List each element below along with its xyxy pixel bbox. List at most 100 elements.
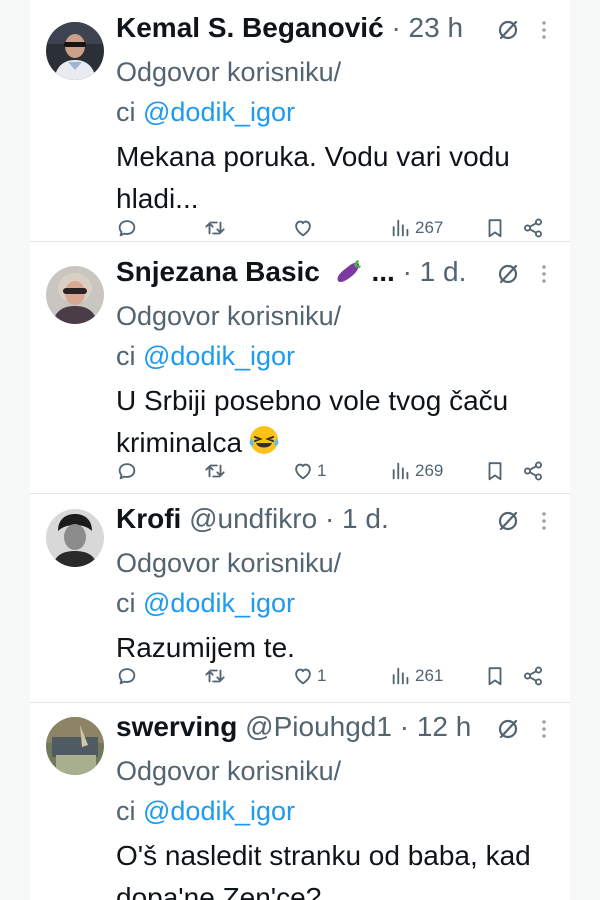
timestamp[interactable]: 1 d.	[342, 503, 389, 534]
share-button[interactable]	[522, 661, 544, 691]
tweet-text-line: O'š nasledit stranku od baba, kad	[116, 840, 531, 871]
grok-icon[interactable]	[496, 509, 520, 533]
like-count: 1	[317, 461, 327, 480]
reply-icon	[116, 665, 138, 687]
retweet-icon	[204, 460, 226, 482]
tweet-item[interactable]: swerving @Piouhgd1 · 12 h Odgovor korisn…	[30, 703, 570, 900]
separator-dot: ·	[399, 711, 410, 742]
timestamp[interactable]: 12 h	[417, 711, 472, 742]
action-bar: 1 261	[116, 661, 562, 691]
user-handle[interactable]: @undfikro	[189, 503, 317, 534]
bookmark-button[interactable]	[484, 456, 506, 486]
bookmark-button[interactable]	[484, 661, 506, 691]
reply-prefix: Odgovor korisniku/	[116, 301, 342, 331]
retweet-icon	[204, 665, 226, 687]
retweet-icon	[204, 217, 226, 239]
reply-context: Odgovor korisniku/ ci @dodik_igor	[116, 751, 556, 831]
reply-prefix: Odgovor korisniku/	[116, 756, 342, 786]
heart-icon	[292, 217, 314, 239]
more-options-icon[interactable]	[532, 717, 556, 741]
reply-prefix: Odgovor korisniku/	[116, 548, 342, 578]
retweet-button[interactable]	[204, 456, 226, 486]
name-ellipsis: ...	[371, 256, 395, 287]
retweet-button[interactable]	[204, 213, 226, 243]
reply-context: Odgovor korisniku/ ci @dodik_igor	[116, 543, 556, 623]
avatar[interactable]	[46, 22, 104, 80]
reply-icon	[116, 460, 138, 482]
reply-context: Odgovor korisniku/ ci @dodik_igor	[116, 52, 556, 132]
display-name[interactable]: Snjezana Basic	[116, 256, 320, 287]
tweet-text: Mekana poruka. Vodu vari vodu hladi...	[116, 136, 556, 220]
more-options-icon[interactable]	[532, 18, 556, 42]
tweet-item[interactable]: Krofi @undfikro · 1 d. Odgovor korisniku…	[30, 495, 570, 703]
tweet-text-line: dopa'ne Zen'ce?	[116, 882, 322, 900]
more-options-icon[interactable]	[532, 262, 556, 286]
tweet-text: O'š nasledit stranku od baba, kad dopa'n…	[116, 835, 556, 900]
reply-button[interactable]	[116, 213, 138, 243]
views-icon	[390, 665, 412, 687]
mention-link[interactable]: @dodik_igor	[143, 97, 295, 127]
display-name[interactable]: Krofi	[116, 503, 181, 534]
reply-button[interactable]	[116, 661, 138, 691]
retweet-button[interactable]	[204, 661, 226, 691]
share-button[interactable]	[522, 213, 544, 243]
tweet-item[interactable]: Snjezana Basic ... · 1 d. Odgovor korisn…	[30, 252, 570, 494]
tweet-content: Snjezana Basic ... · 1 d. Odgovor korisn…	[116, 250, 556, 464]
views-button[interactable]: 261	[390, 661, 443, 691]
avatar[interactable]	[46, 266, 104, 324]
avatar[interactable]	[46, 717, 104, 775]
tweet-item[interactable]: Kemal S. Beganović · 23 h Odgovor korisn…	[30, 0, 570, 242]
action-bar: 267	[116, 213, 562, 243]
tweet-header: Kemal S. Beganović · 23 h	[116, 6, 556, 50]
views-icon	[390, 217, 412, 239]
views-button[interactable]: 269	[390, 456, 443, 486]
tweet-header: Krofi @undfikro · 1 d.	[116, 497, 556, 541]
tweet-header: Snjezana Basic ... · 1 d.	[116, 250, 556, 294]
separator-dot: ·	[391, 12, 401, 43]
like-button[interactable]	[292, 213, 317, 243]
tweet-content: swerving @Piouhgd1 · 12 h Odgovor korisn…	[116, 705, 556, 900]
display-name[interactable]: Kemal S. Beganović	[116, 12, 384, 43]
views-button[interactable]: 267	[390, 213, 443, 243]
grok-icon[interactable]	[496, 717, 520, 741]
reply-button[interactable]	[116, 456, 138, 486]
grok-icon[interactable]	[496, 262, 520, 286]
tweet-text-line: U Srbiji posebno vole tvog čaču	[116, 385, 509, 416]
reply-context: Odgovor korisniku/ ci @dodik_igor	[116, 296, 556, 376]
view-count: 261	[415, 666, 444, 685]
mention-link[interactable]: @dodik_igor	[143, 796, 295, 826]
bookmark-icon	[484, 665, 506, 687]
bookmark-button[interactable]	[484, 213, 506, 243]
tweet-content: Kemal S. Beganović · 23 h Odgovor korisn…	[116, 6, 556, 220]
share-icon	[522, 665, 544, 687]
avatar[interactable]	[46, 509, 104, 567]
display-name[interactable]: swerving	[116, 711, 237, 742]
grok-icon[interactable]	[496, 18, 520, 42]
like-count: 1	[317, 666, 327, 685]
share-button[interactable]	[522, 456, 544, 486]
timestamp[interactable]: 23 h	[409, 12, 464, 43]
reply-feed: Kemal S. Beganović · 23 h Odgovor korisn…	[30, 0, 570, 900]
bookmark-icon	[484, 217, 506, 239]
eggplant-emoji	[337, 260, 361, 283]
mention-link[interactable]: @dodik_igor	[143, 588, 295, 618]
action-bar: 1 269	[116, 456, 562, 486]
timestamp[interactable]: 1 d.	[420, 256, 467, 287]
heart-icon	[292, 665, 314, 687]
laughing-tears-emoji	[249, 426, 279, 454]
like-button[interactable]: 1	[292, 456, 326, 486]
more-options-icon[interactable]	[532, 509, 556, 533]
reply-prefix: Odgovor korisniku/	[116, 57, 342, 87]
tweet-content: Krofi @undfikro · 1 d. Odgovor korisniku…	[116, 497, 556, 669]
share-icon	[522, 460, 544, 482]
tweet-header: swerving @Piouhgd1 · 12 h	[116, 705, 556, 749]
tweet-text: U Srbiji posebno vole tvog čaču kriminal…	[116, 380, 556, 464]
user-handle[interactable]: @Piouhgd1	[245, 711, 392, 742]
like-button[interactable]: 1	[292, 661, 326, 691]
mention-link[interactable]: @dodik_igor	[143, 341, 295, 371]
reply-prefix-cont: ci	[116, 588, 143, 618]
separator-dot: ·	[324, 503, 335, 534]
bookmark-icon	[484, 460, 506, 482]
separator-dot: ·	[402, 256, 412, 287]
views-icon	[390, 460, 412, 482]
